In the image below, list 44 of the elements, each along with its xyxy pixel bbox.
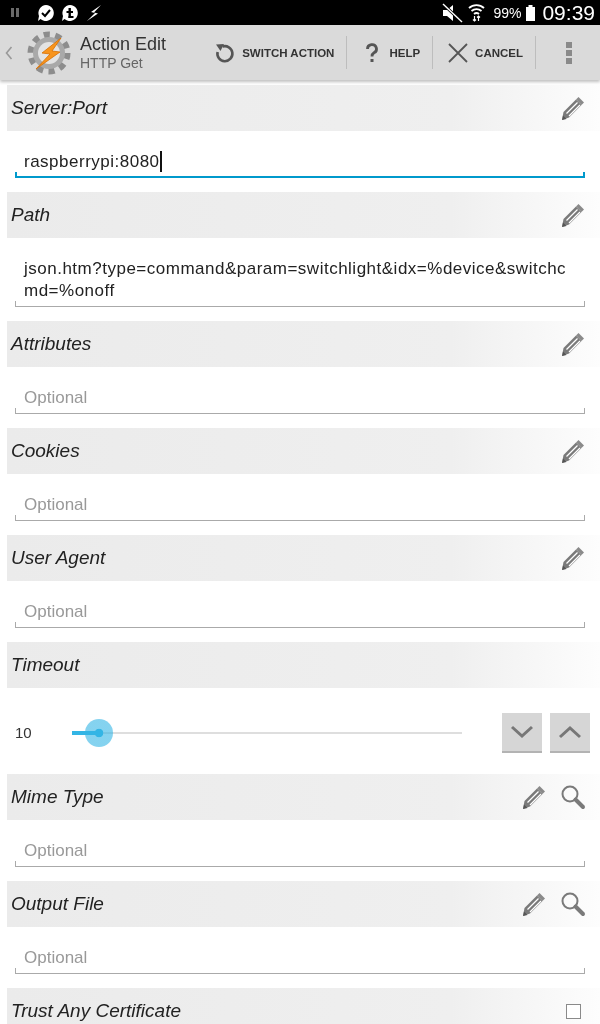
cancel-button[interactable]: CANCEL <box>433 25 535 80</box>
field-label: Mime Type <box>11 786 105 808</box>
t-bubble-icon <box>61 3 79 22</box>
slider-value: 10 <box>15 724 32 741</box>
screen-title: Action Edit <box>80 33 167 55</box>
text-cursor <box>159 151 162 172</box>
pencil-icon[interactable] <box>560 202 586 228</box>
pencil-icon[interactable] <box>560 331 586 357</box>
increase-button[interactable] <box>550 713 590 753</box>
search-icon[interactable] <box>560 891 586 917</box>
wifi-icon <box>468 3 486 22</box>
close-icon <box>446 40 471 65</box>
pencil-icon[interactable] <box>560 545 586 571</box>
pencil-icon[interactable] <box>560 438 586 464</box>
battery-percentage: 99% <box>493 4 522 21</box>
field-label: User Agent <box>11 547 107 569</box>
screen-subtitle: HTTP Get <box>80 54 143 72</box>
pause-icon <box>11 8 19 17</box>
input-field[interactable]: json.htm?type=command&param=switchlight&idx=%device&switchcmd=%onoff <box>15 250 585 307</box>
field-label: Trust Any Certificate <box>11 1000 182 1022</box>
pencil-icon[interactable] <box>521 891 547 917</box>
clock-time: 09:39 <box>542 0 595 25</box>
decrease-button[interactable] <box>502 713 542 753</box>
field-label: Attributes <box>11 333 93 355</box>
field-label: Output File <box>11 893 105 915</box>
search-icon[interactable] <box>560 784 586 810</box>
field-label: Server:Port <box>11 97 109 119</box>
input-field[interactable]: raspberrypi:8080 <box>15 143 585 178</box>
slider-track[interactable] <box>72 718 462 748</box>
slider-thumb[interactable] <box>85 719 114 747</box>
chevron-up-icon <box>558 725 582 739</box>
gear-lightning-icon[interactable] <box>27 30 71 75</box>
switch-action-button[interactable]: SWITCH ACTION <box>200 25 347 80</box>
pencil-icon[interactable] <box>560 95 586 121</box>
checkbox[interactable] <box>566 1003 581 1019</box>
field-label: Path <box>11 204 52 226</box>
check-bubble-icon <box>37 3 55 22</box>
more-vertical-icon[interactable] <box>566 41 572 64</box>
battery-icon <box>526 4 536 21</box>
field-label: Cookies <box>11 440 81 462</box>
field-label: Timeout <box>11 654 81 676</box>
pencil-icon[interactable] <box>521 784 547 810</box>
chevron-down-icon <box>510 725 534 739</box>
help-button[interactable]: HELP <box>347 25 433 80</box>
